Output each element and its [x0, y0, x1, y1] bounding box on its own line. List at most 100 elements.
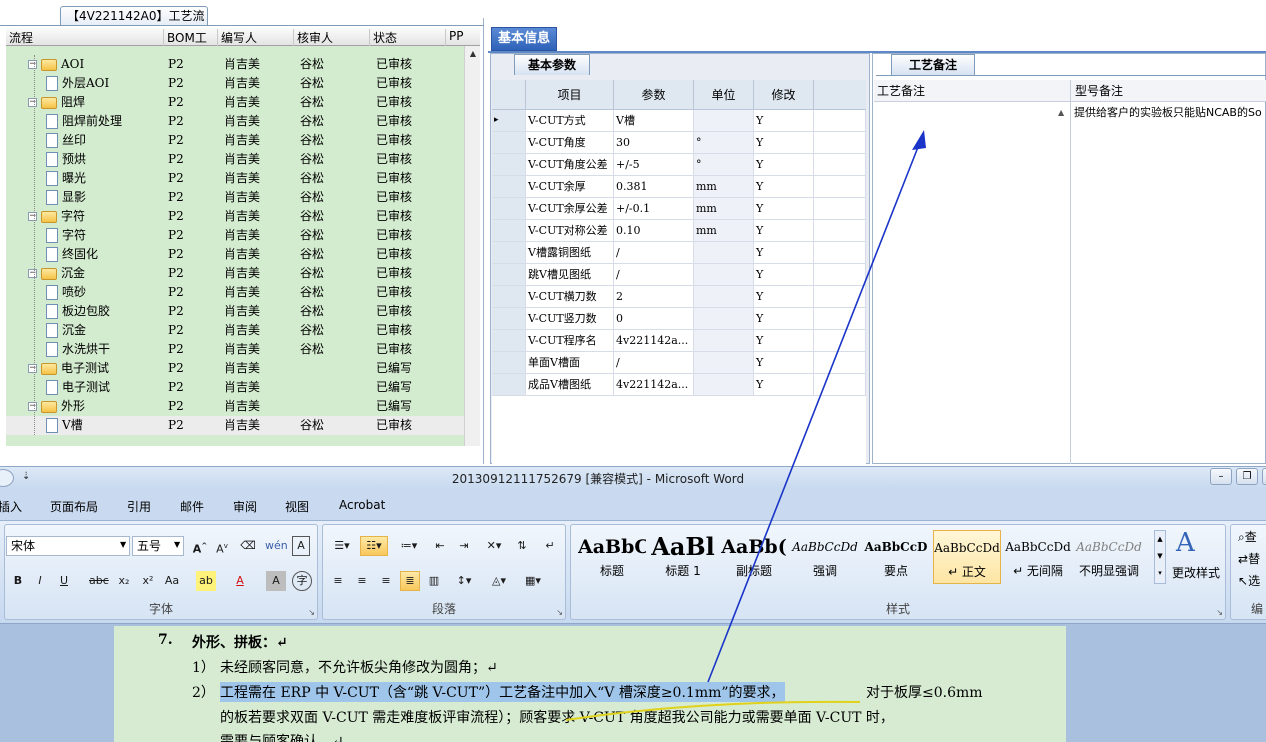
tab-mailings[interactable]: 邮件	[180, 498, 204, 515]
remark-scrollbar[interactable]: ▲	[1058, 104, 1070, 464]
cell-mod[interactable]: Y	[754, 132, 814, 153]
underline-icon[interactable]: U	[54, 571, 74, 591]
tab-page-layout[interactable]: 页面布局	[50, 498, 98, 515]
param-row[interactable]: V-CUT角度公差 +/-5 ° Y	[492, 154, 866, 176]
process-tree-tab[interactable]: 【4V221142A0】工艺流程	[60, 6, 208, 41]
font-color-icon[interactable]: A	[230, 571, 250, 591]
cell-item[interactable]: 跳V槽见图纸	[526, 264, 614, 285]
character-shading-icon[interactable]: A	[266, 571, 286, 591]
tree-row[interactable]: 字符 P2 肖吉美 谷松 已审核	[6, 226, 464, 245]
cell-item[interactable]: V-CUT角度公差	[526, 154, 614, 175]
align-right-icon[interactable]: ≡	[376, 571, 396, 591]
highlight-color-icon[interactable]: ab	[196, 571, 216, 591]
cell-param[interactable]: 4v221142a...	[614, 374, 694, 395]
tree-row[interactable]: 板边包胶 P2 肖吉美 谷松 已审核	[6, 302, 464, 321]
bold-icon[interactable]: B	[8, 571, 28, 591]
dialog-launcher-icon[interactable]: ↘	[1216, 608, 1223, 617]
chevron-down-icon[interactable]: ▼	[174, 540, 180, 549]
cell-param[interactable]: 0.381	[614, 176, 694, 197]
cell-unit[interactable]: mm	[694, 220, 754, 241]
cell-item[interactable]: V-CUT竖刀数	[526, 308, 614, 329]
cell-item[interactable]: V-CUT余厚	[526, 176, 614, 197]
clear-format-icon[interactable]: ⌫	[238, 536, 258, 556]
subscript-icon[interactable]: x₂	[114, 571, 134, 591]
cell-param[interactable]: V槽	[614, 110, 694, 131]
cell-mod[interactable]: Y	[754, 286, 814, 307]
cell-item[interactable]: V-CUT横刀数	[526, 286, 614, 307]
change-case-icon[interactable]: Aa	[162, 571, 182, 591]
param-row[interactable]: 成品V槽图纸 4v221142a... Y	[492, 374, 866, 396]
increase-indent-icon[interactable]: ⇥	[454, 536, 474, 556]
cell-mod[interactable]: Y	[754, 242, 814, 263]
tree-row[interactable]: 显影 P2 肖吉美 谷松 已审核	[6, 188, 464, 207]
cell-unit[interactable]	[694, 352, 754, 373]
close-icon[interactable]	[1262, 468, 1266, 485]
strikethrough-icon[interactable]: abc	[88, 571, 109, 591]
row-header[interactable]	[492, 242, 526, 263]
item2-rest-text[interactable]: 对于板厚≤0.6mm	[866, 682, 983, 702]
col-header-writer[interactable]: 编写人	[218, 29, 294, 46]
cell-item[interactable]: V-CUT余厚公差	[526, 198, 614, 219]
row-header[interactable]	[492, 264, 526, 285]
tab-insert[interactable]: 插入	[0, 498, 22, 515]
tree-row[interactable]: − 阻焊 P2 肖吉美 谷松 已审核	[6, 93, 464, 112]
item2-line3[interactable]: 需要与顾客确认。↵	[220, 731, 344, 742]
cell-param[interactable]: 30	[614, 132, 694, 153]
cell-unit[interactable]	[694, 286, 754, 307]
distributed-icon[interactable]: ▥	[424, 571, 444, 591]
col-header-reviewer[interactable]: 核审人	[294, 29, 370, 46]
style-option[interactable]: AaBbCcDd 不明显强调	[1075, 530, 1143, 584]
cell-param[interactable]: /	[614, 264, 694, 285]
cell-param[interactable]: +/-0.1	[614, 198, 694, 219]
tree-row[interactable]: 丝印 P2 肖吉美 谷松 已审核	[6, 131, 464, 150]
col-header-pp[interactable]: PP	[446, 29, 480, 46]
style-option[interactable]: AaBl 标题 1	[649, 530, 717, 584]
cell-item[interactable]: V-CUT方式	[526, 110, 614, 131]
cell-unit[interactable]	[694, 242, 754, 263]
cell-item[interactable]: V槽露铜图纸	[526, 242, 614, 263]
collapse-icon[interactable]: −	[28, 212, 37, 221]
model-remark-text[interactable]: 提供给客户的实验板只能贴NCAB的So	[1074, 104, 1266, 120]
character-border-icon[interactable]: A	[292, 536, 310, 556]
tree-row[interactable]: 喷砂 P2 肖吉美 谷松 已审核	[6, 283, 464, 302]
chevron-down-icon[interactable]: ▼	[120, 540, 126, 549]
cell-unit[interactable]	[694, 264, 754, 285]
param-row[interactable]: V-CUT对称公差 0.10 mm Y	[492, 220, 866, 242]
param-row[interactable]: V-CUT余厚 0.381 mm Y	[492, 176, 866, 198]
col-header-item[interactable]: 项目	[526, 80, 614, 110]
tree-row[interactable]: 阻焊前处理 P2 肖吉美 谷松 已审核	[6, 112, 464, 131]
style-option[interactable]: AaBbCcDd 强调	[791, 530, 859, 584]
param-row[interactable]: 单面V槽面 / Y	[492, 352, 866, 374]
row-header[interactable]	[492, 154, 526, 175]
bullets-icon[interactable]: ☰▾	[328, 536, 356, 556]
cell-param[interactable]: +/-5	[614, 154, 694, 175]
cell-param[interactable]: /	[614, 352, 694, 373]
tree-row[interactable]: − AOI P2 肖吉美 谷松 已审核	[6, 55, 464, 74]
collapse-icon[interactable]: −	[28, 269, 37, 278]
phonetic-guide-icon[interactable]: wén	[264, 536, 288, 556]
param-row[interactable]: ▸ V-CUT方式 V槽 Y	[492, 110, 866, 132]
row-header[interactable]	[492, 308, 526, 329]
item2-highlighted-text[interactable]: 工程需在 ERP 中 V-CUT（含“跳 V-CUT”）工艺备注中加入“V 槽深…	[220, 682, 785, 702]
cell-mod[interactable]: Y	[754, 110, 814, 131]
cell-item[interactable]: 单面V槽面	[526, 352, 614, 373]
cell-unit[interactable]: mm	[694, 198, 754, 219]
tree-row[interactable]: 水洗烘干 P2 肖吉美 谷松 已审核	[6, 340, 464, 359]
dialog-launcher-icon[interactable]: ↘	[308, 608, 315, 617]
decrease-indent-icon[interactable]: ⇤	[430, 536, 450, 556]
cell-unit[interactable]: mm	[694, 176, 754, 197]
tab-acrobat[interactable]: Acrobat	[339, 498, 385, 512]
change-styles-icon[interactable]: A	[1176, 528, 1195, 558]
row-header[interactable]: ▸	[492, 110, 526, 131]
collapse-icon[interactable]: −	[28, 402, 37, 411]
scroll-up-icon[interactable]: ▲	[1058, 108, 1064, 117]
param-row[interactable]: V-CUT余厚公差 +/-0.1 mm Y	[492, 198, 866, 220]
item2-line2[interactable]: 的板若要求双面 V-CUT 需走难度板评审流程）；顾客要求 V-CUT 角度超我…	[220, 707, 894, 727]
tree-row[interactable]: V槽 P2 肖吉美 谷松 已审核	[6, 416, 464, 435]
gallery-scroll[interactable]: ▲ ▼ ▾	[1154, 530, 1166, 584]
style-option[interactable]: AaBbCcDd ↵ 正文	[933, 530, 1001, 584]
item1-text[interactable]: 未经顾客同意，不允许板尖角修改为圆角；↵	[220, 657, 498, 677]
sort-icon[interactable]: ⇅	[512, 536, 532, 556]
cell-mod[interactable]: Y	[754, 220, 814, 241]
align-left-icon[interactable]: ≡	[328, 571, 348, 591]
